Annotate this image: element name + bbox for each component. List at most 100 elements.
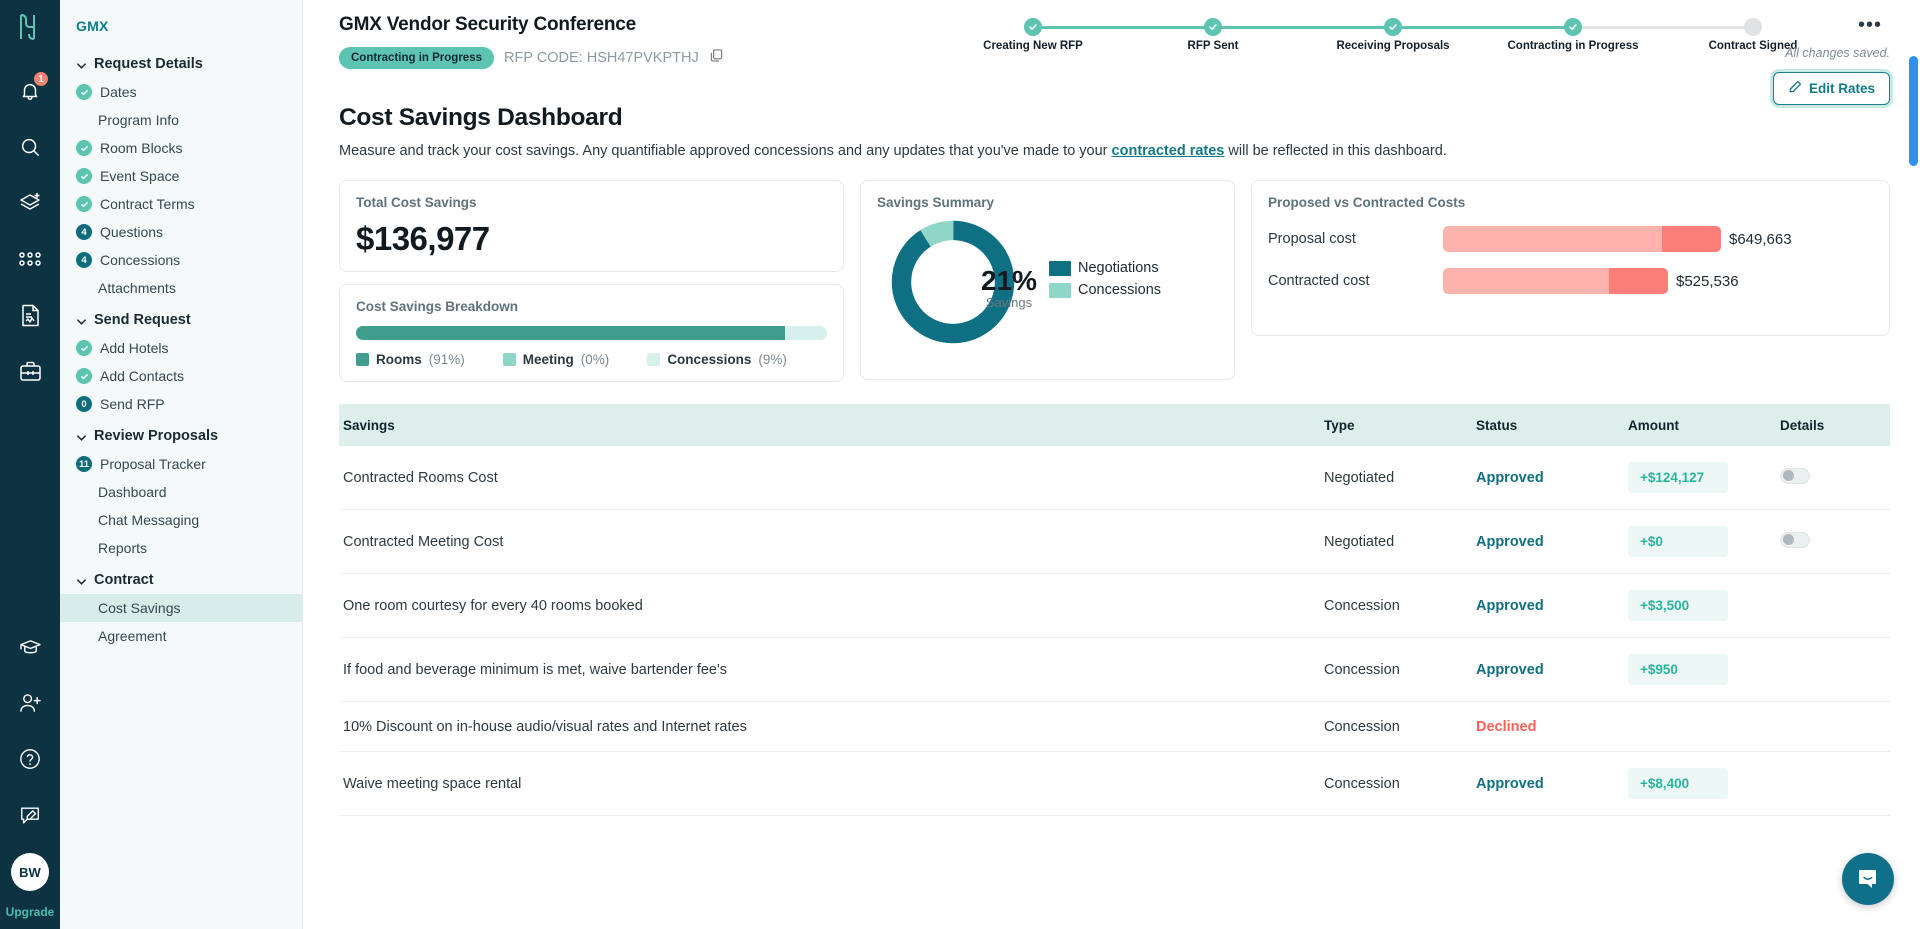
sidebar-item-label: Questions: [100, 224, 164, 240]
desc-text-before: Measure and track your cost savings. Any…: [339, 143, 1112, 159]
amount-chip: +$8,400: [1628, 768, 1728, 800]
sidebar-item-dates[interactable]: Dates: [60, 78, 302, 106]
stepper-label-2: Receiving Proposals: [1336, 40, 1450, 52]
sidebar-item-add-hotels[interactable]: Add Hotels: [60, 334, 302, 362]
sidebar-item-add-contacts[interactable]: Add Contacts: [60, 362, 302, 390]
cell-amount: +$124,127: [1628, 446, 1780, 511]
search-icon[interactable]: [8, 125, 52, 169]
stepper-dot-contracting-in-progress[interactable]: [1564, 18, 1582, 36]
briefcase-icon[interactable]: [8, 349, 52, 393]
sidebar-item-label: Chat Messaging: [98, 512, 200, 528]
nav-group-send-request[interactable]: Send Request: [60, 302, 302, 334]
cell-type: Concession: [1324, 701, 1476, 753]
hopskip-logo-icon[interactable]: [15, 12, 45, 47]
app-root: 1 BW Upgrade GMX Request Details Dates P…: [0, 0, 1920, 929]
sidebar-item-cost-savings[interactable]: Cost Savings: [60, 594, 302, 622]
cell-amount: +$950: [1628, 637, 1780, 703]
add-layers-icon[interactable]: [8, 181, 52, 225]
sidebar-item-label: Cost Savings: [98, 600, 181, 616]
more-options-icon[interactable]: •••: [1850, 14, 1890, 36]
cell-type: Negotiated: [1324, 446, 1476, 511]
sidebar-item-room-blocks[interactable]: Room Blocks: [60, 134, 302, 162]
pvc-bar-contracted-delta: [1609, 268, 1668, 295]
amount-chip: +$950: [1628, 654, 1728, 686]
sidebar-item-dashboard[interactable]: Dashboard: [60, 478, 302, 506]
stepper-dot-contract-signed[interactable]: [1744, 18, 1762, 36]
sidebar-item-concessions[interactable]: 4 Concessions: [60, 246, 302, 274]
table-row[interactable]: 10% Discount on in-house audio/visual ra…: [339, 701, 1890, 753]
sidebar-item-proposal-tracker[interactable]: 11 Proposal Tracker: [60, 450, 302, 478]
details-toggle[interactable]: [1780, 467, 1810, 484]
pvc-bar-proposal-delta: [1662, 226, 1721, 253]
stepper-dot-rfp-sent[interactable]: [1204, 18, 1222, 36]
cell-status: Approved: [1476, 509, 1628, 575]
upgrade-link[interactable]: Upgrade: [6, 905, 55, 929]
document-report-icon[interactable]: [8, 293, 52, 337]
sidebar-item-label: Dates: [100, 84, 137, 100]
cell-details: [1780, 509, 1890, 575]
table-row[interactable]: Contracted Rooms Cost Negotiated Approve…: [339, 446, 1890, 511]
total-cost-savings-value: $136,977: [356, 220, 490, 258]
notification-badge: 1: [33, 71, 49, 87]
nav-group-contract[interactable]: Contract: [60, 562, 302, 594]
stepper-dot-creating-new-rfp[interactable]: [1024, 18, 1042, 36]
sidebar-item-program-info[interactable]: Program Info: [60, 106, 302, 134]
column-header-type[interactable]: Type: [1324, 404, 1476, 447]
help-circle-icon[interactable]: [8, 737, 52, 781]
copy-icon[interactable]: [709, 48, 724, 68]
legend-label-concessions: Concessions: [667, 352, 752, 368]
chat-bubble-icon[interactable]: [1842, 853, 1894, 905]
column-header-amount[interactable]: Amount: [1628, 404, 1780, 447]
edit-rates-button[interactable]: Edit Rates: [1772, 72, 1890, 105]
sidebar-item-agreement[interactable]: Agreement: [60, 622, 302, 650]
sidebar-item-attachments[interactable]: Attachments: [60, 274, 302, 302]
sidebar-item-event-space[interactable]: Event Space: [60, 162, 302, 190]
notifications-bell-icon[interactable]: 1: [8, 69, 52, 113]
card-title: Proposed vs Contracted Costs: [1268, 195, 1466, 211]
sidebar-item-label: Program Info: [98, 112, 179, 128]
table-row[interactable]: One room courtesy for every 40 rooms boo…: [339, 573, 1890, 639]
page-content: Cost Savings Dashboard Measure and track…: [303, 104, 1920, 817]
bar-segment-concessions: [784, 326, 827, 341]
stepper-dot-receiving-proposals[interactable]: [1384, 18, 1402, 36]
details-toggle[interactable]: [1780, 531, 1810, 548]
savings-percent: 21%: [980, 265, 1038, 297]
stepper-segment-3: [1393, 25, 1573, 29]
check-icon: [76, 196, 92, 212]
stepper-track: Creating New RFP RFP Sent Receiving Prop…: [983, 18, 1797, 52]
card-title: Total Cost Savings: [356, 195, 477, 211]
check-icon: [76, 168, 92, 184]
sidebar-item-send-rfp[interactable]: 0 Send RFP: [60, 390, 302, 418]
column-header-status[interactable]: Status: [1476, 404, 1628, 447]
main-panel: GMX Vendor Security Conference Contracti…: [303, 0, 1920, 929]
table-row[interactable]: Contracted Meeting Cost Negotiated Appro…: [339, 509, 1890, 575]
rfp-progress-stepper: Creating New RFP RFP Sent Receiving Prop…: [983, 18, 1797, 52]
add-user-icon[interactable]: [8, 681, 52, 725]
edit-rates-label: Edit Rates: [1808, 81, 1875, 96]
sidebar-item-questions[interactable]: 4 Questions: [60, 218, 302, 246]
avatar[interactable]: BW: [11, 853, 49, 891]
nav-group-label: Request Details: [94, 56, 203, 72]
dashboard-title: Cost Savings Dashboard: [339, 104, 623, 131]
sidebar-item-chat-messaging[interactable]: Chat Messaging: [60, 506, 302, 534]
column-header-details[interactable]: Details: [1780, 404, 1890, 447]
cell-status: Approved: [1476, 751, 1628, 817]
grid-apps-icon[interactable]: [8, 237, 52, 281]
table-row[interactable]: If food and beverage minimum is met, wai…: [339, 637, 1890, 703]
legend-label-meeting: Meeting: [522, 352, 574, 368]
column-header-savings[interactable]: Savings: [339, 404, 1324, 447]
nav-group-request-details[interactable]: Request Details: [60, 46, 302, 78]
contracted-rates-link[interactable]: contracted rates: [1112, 143, 1225, 159]
check-icon: [76, 340, 92, 356]
sidebar-item-contract-terms[interactable]: Contract Terms: [60, 190, 302, 218]
feedback-pencil-icon[interactable]: [8, 793, 52, 837]
graduation-cap-icon[interactable]: [8, 625, 52, 669]
pvc-row-contracted: Contracted cost $525,536: [1268, 268, 1873, 295]
icon-rail: 1 BW Upgrade: [0, 0, 60, 929]
nav-group-review-proposals[interactable]: Review Proposals: [60, 418, 302, 450]
cell-amount: +$8,400: [1628, 751, 1780, 817]
vertical-scrollbar[interactable]: [1909, 56, 1918, 166]
table-header: Savings Type Status Amount Details: [339, 404, 1890, 447]
table-row[interactable]: Waive meeting space rental Concession Ap…: [339, 751, 1890, 817]
sidebar-item-reports[interactable]: Reports: [60, 534, 302, 562]
